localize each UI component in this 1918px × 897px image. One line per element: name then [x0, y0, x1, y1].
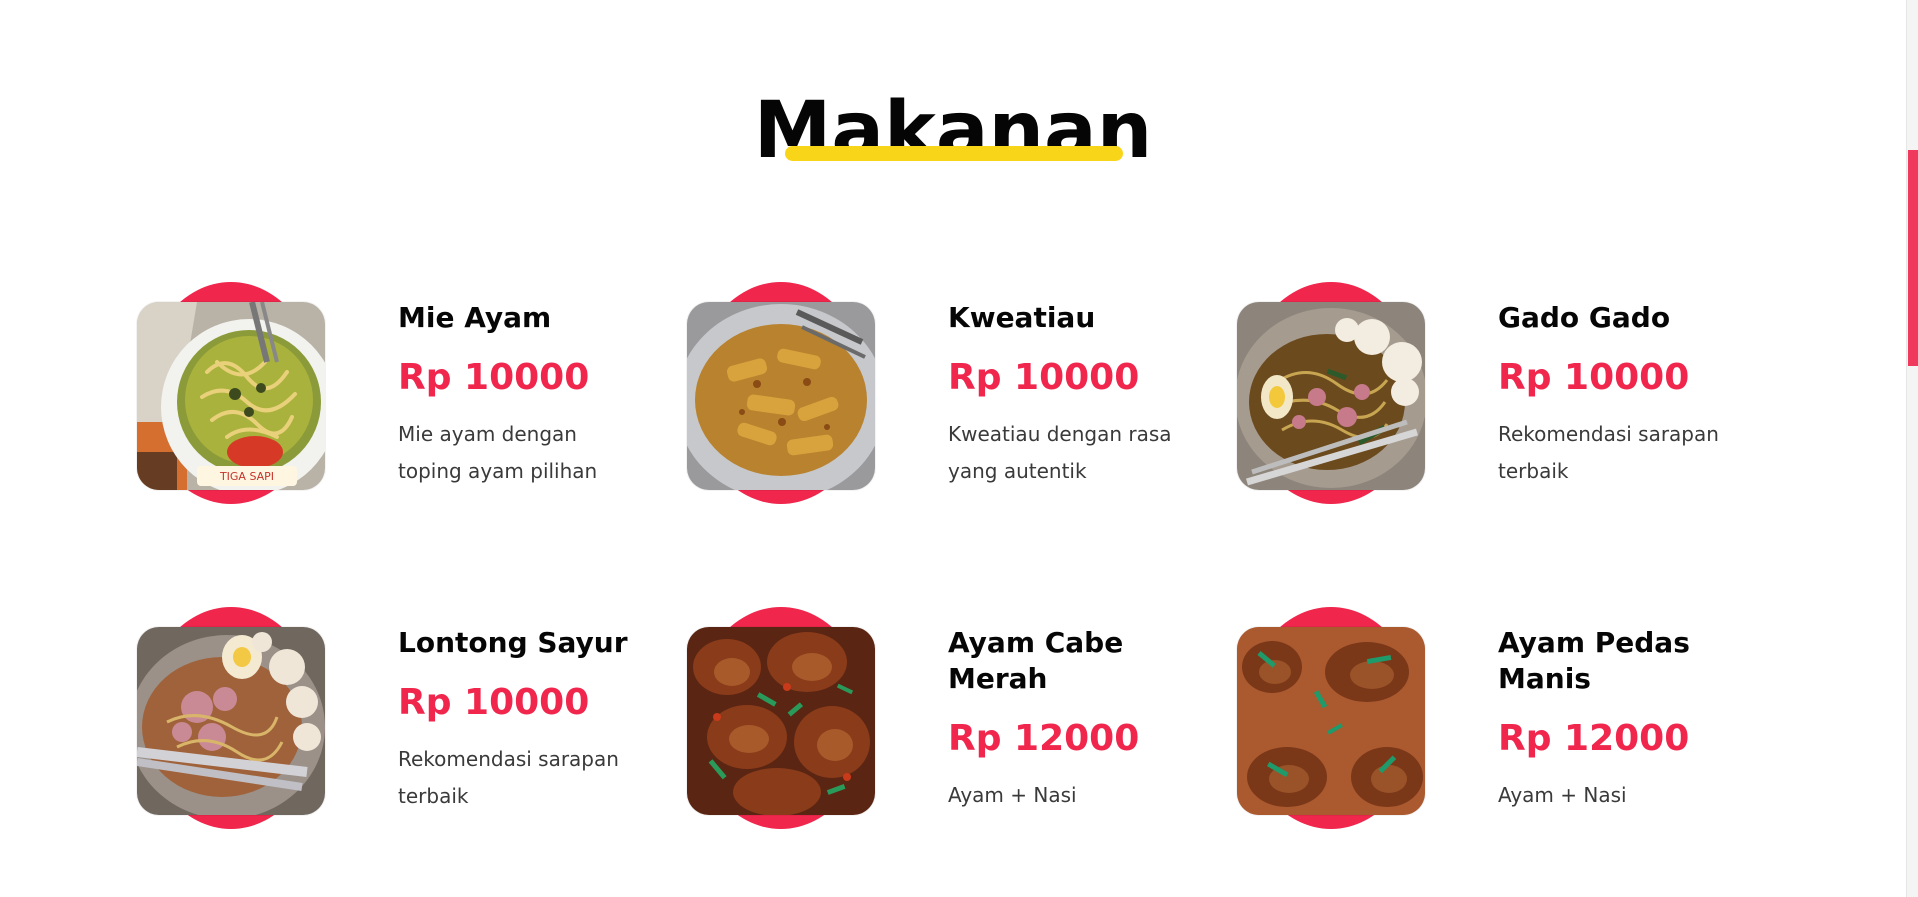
desc-line: Rekomendasi sarapan	[1498, 422, 1719, 446]
menu-info: Gado Gado Rp 10000 Rekomendasi sarapan t…	[1498, 300, 1758, 490]
food-description: Kweatiau dengan rasa yang autentik	[948, 416, 1208, 490]
food-description: Ayam + Nasi	[948, 777, 1208, 814]
menu-info: Ayam Cabe Merah Rp 12000 Ayam + Nasi	[948, 625, 1208, 814]
desc-line: terbaik	[398, 784, 469, 808]
mie-ayam-photo: TIGA SAPI	[137, 302, 325, 490]
desc-line: Ayam + Nasi	[1498, 783, 1627, 807]
scrollbar-thumb[interactable]	[1908, 150, 1918, 366]
menu-card-gado-gado[interactable]: Gado Gado Rp 10000 Rekomendasi sarapan t…	[1237, 282, 1757, 522]
kweatiau-photo	[687, 302, 875, 490]
menu-info: Ayam Pedas Manis Rp 12000 Ayam + Nasi	[1498, 625, 1758, 814]
food-price: Rp 10000	[398, 357, 590, 398]
desc-line: Mie ayam dengan	[398, 422, 577, 446]
food-price: Rp 10000	[1498, 357, 1690, 398]
food-name: Mie Ayam	[398, 301, 552, 334]
photo-frame	[137, 607, 325, 829]
food-name: Lontong Sayur	[398, 626, 628, 659]
menu-card-mie-ayam[interactable]: TIGA SAPI Mie Ayam Rp 10000 Mie ayam den…	[137, 282, 657, 522]
food-description: Ayam + Nasi	[1498, 777, 1758, 814]
title-underline	[785, 146, 1123, 161]
photo-frame	[1237, 607, 1425, 829]
food-name: Kweatiau	[948, 301, 1096, 334]
food-name-line: Ayam Cabe	[948, 626, 1124, 659]
menu-card-lontong-sayur[interactable]: Lontong Sayur Rp 10000 Rekomendasi sarap…	[137, 607, 657, 847]
photo-frame: TIGA SAPI	[137, 282, 325, 504]
food-name-line: Ayam Pedas	[1498, 626, 1690, 659]
photo-frame	[687, 282, 875, 504]
food-name: Ayam Cabe Merah	[948, 625, 1208, 697]
desc-line: Rekomendasi sarapan	[398, 747, 619, 771]
food-name: Ayam Pedas Manis	[1498, 625, 1758, 697]
page: Makanan TIGA SAPI Mie Ayam Rp 10000 Mie …	[0, 0, 1918, 897]
food-description: Rekomendasi sarapan terbaik	[398, 741, 658, 815]
desc-line: toping ayam pilihan	[398, 459, 598, 483]
menu-card-kweatiau[interactable]: Kweatiau Rp 10000 Kweatiau dengan rasa y…	[687, 282, 1207, 522]
photo-frame	[1237, 282, 1425, 504]
menu-info: Kweatiau Rp 10000 Kweatiau dengan rasa y…	[948, 300, 1208, 490]
desc-line: yang autentik	[948, 459, 1087, 483]
food-name-line: Manis	[1498, 662, 1591, 695]
desc-line: terbaik	[1498, 459, 1569, 483]
lontong-sayur-illustration	[137, 627, 325, 815]
ayam-pedas-manis-illustration	[1237, 627, 1425, 815]
photo-frame	[687, 607, 875, 829]
food-description: Mie ayam dengan toping ayam pilihan	[398, 416, 658, 490]
mie-ayam-illustration: TIGA SAPI	[137, 302, 325, 490]
lontong-sayur-photo	[137, 627, 325, 815]
menu-info: Lontong Sayur Rp 10000 Rekomendasi sarap…	[398, 625, 658, 815]
menu-info: Mie Ayam Rp 10000 Mie ayam dengan toping…	[398, 300, 658, 490]
ayam-pedas-manis-photo	[1237, 627, 1425, 815]
kweatiau-illustration	[687, 302, 875, 490]
menu-card-ayam-cabe-merah[interactable]: Ayam Cabe Merah Rp 12000 Ayam + Nasi	[687, 607, 1207, 847]
svg-text:TIGA SAPI: TIGA SAPI	[219, 470, 274, 483]
gado-gado-photo	[1237, 302, 1425, 490]
desc-line: Ayam + Nasi	[948, 783, 1077, 807]
food-price: Rp 10000	[398, 682, 590, 723]
desc-line: Kweatiau dengan rasa	[948, 422, 1172, 446]
ayam-cabe-merah-illustration	[687, 627, 875, 815]
food-price: Rp 10000	[948, 357, 1140, 398]
menu-card-ayam-pedas-manis[interactable]: Ayam Pedas Manis Rp 12000 Ayam + Nasi	[1237, 607, 1757, 847]
food-price: Rp 12000	[1498, 718, 1690, 759]
ayam-cabe-merah-photo	[687, 627, 875, 815]
food-name-line: Merah	[948, 662, 1048, 695]
vertical-scrollbar[interactable]	[1906, 0, 1918, 897]
food-description: Rekomendasi sarapan terbaik	[1498, 416, 1758, 490]
gado-gado-illustration	[1237, 302, 1425, 490]
food-name: Gado Gado	[1498, 301, 1671, 334]
food-price: Rp 12000	[948, 718, 1140, 759]
